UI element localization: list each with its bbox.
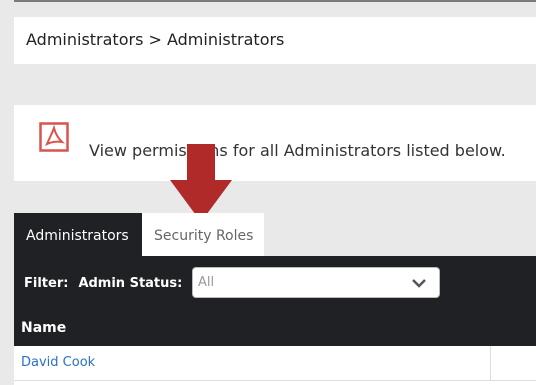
chevron-down-icon [412, 279, 426, 288]
info-panel: View permissions for all Administrators … [14, 105, 536, 181]
admin-status-label: Admin Status: [78, 275, 183, 291]
breadcrumb-panel: Administrators > Administrators [14, 17, 536, 64]
tab-bar: Administrators Security Roles [14, 213, 264, 256]
column-header-name[interactable]: Name [21, 320, 66, 336]
admin-name-link[interactable]: David Cook [21, 355, 95, 370]
filter-panel: Filter: Admin Status: All Name [14, 256, 536, 346]
table-row: David Cook [14, 346, 536, 381]
admin-status-select[interactable]: All [192, 267, 440, 298]
tab-security-roles[interactable]: Security Roles [142, 213, 264, 256]
arrow-down-icon [170, 144, 232, 222]
filter-label: Filter: [24, 275, 69, 291]
filter-row: Filter: Admin Status: All [24, 267, 440, 299]
column-divider [490, 346, 491, 380]
tab-administrators[interactable]: Administrators [14, 213, 142, 256]
pdf-icon[interactable] [39, 122, 69, 152]
admin-status-value: All [198, 275, 215, 290]
breadcrumb: Administrators > Administrators [26, 30, 285, 49]
table-row [14, 381, 536, 385]
info-text: View permissions for all Administrators … [89, 141, 506, 160]
top-rule [14, 0, 536, 17]
